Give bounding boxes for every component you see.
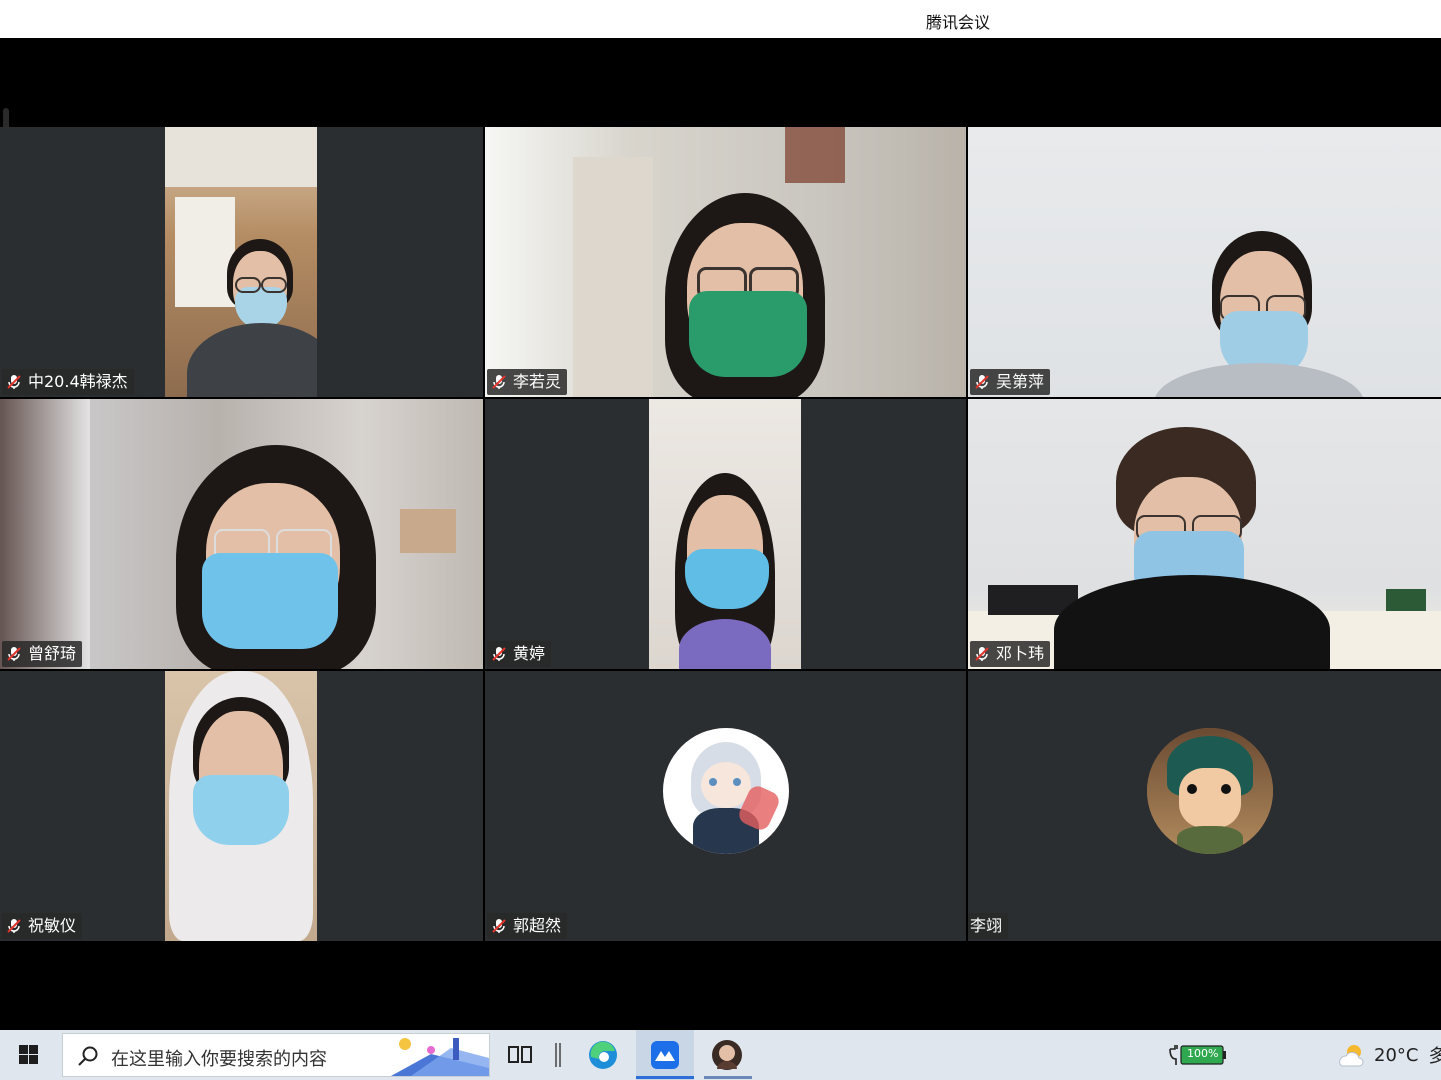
partly-sunny-icon (1339, 1045, 1364, 1067)
separator-icon (541, 1038, 575, 1072)
video-tile[interactable]: 郭超然 (485, 671, 966, 941)
video-feed (165, 127, 317, 397)
mic-muted-icon (7, 919, 21, 933)
participant-name-tag: 中20.4韩禄杰 (2, 369, 134, 395)
taskbar: 在这里输入你要搜索的内容 100% 20°C 多 (0, 1030, 1441, 1080)
open-app-indicator (704, 1076, 752, 1079)
battery-percentage: 100% (1187, 1047, 1219, 1060)
participant-avatar (663, 728, 789, 854)
participant-name: 黄婷 (513, 644, 546, 663)
mic-muted-icon (975, 647, 989, 661)
search-icon (78, 1046, 98, 1066)
mic-muted-icon (7, 647, 21, 661)
video-tile[interactable]: 李翊 (968, 671, 1441, 941)
video-tile[interactable]: 曾舒琦 (0, 399, 483, 669)
active-app-indicator (636, 1076, 694, 1079)
participant-name-tag: 郭超然 (487, 913, 568, 939)
task-view-icon[interactable] (503, 1038, 537, 1072)
participant-name-tag: 李若灵 (487, 369, 568, 395)
video-tile[interactable]: 李若灵 (485, 127, 966, 397)
participant-name: 李翊 (970, 916, 1003, 935)
participant-name: 祝敏仪 (28, 916, 77, 935)
video-feed (968, 399, 1441, 669)
video-feed (0, 399, 483, 669)
video-feed (968, 127, 1441, 397)
participant-name-tag: 李翊 (968, 913, 1009, 939)
participant-name-tag: 吴第萍 (970, 369, 1051, 395)
participant-name: 曾舒琦 (28, 644, 77, 663)
title-bar: 腾讯会议 (0, 0, 1441, 38)
mic-muted-icon (492, 375, 506, 389)
mic-muted-icon (492, 647, 506, 661)
temperature: 20°C (1374, 1044, 1419, 1066)
participant-name-tag: 祝敏仪 (2, 913, 83, 939)
weather-overflow-text: 多 (1428, 1046, 1441, 1067)
participant-name-tag: 邓卜玮 (970, 641, 1051, 667)
tencent-meeting-icon[interactable] (648, 1038, 682, 1072)
weather-widget[interactable]: 20°C 多 (1336, 1040, 1441, 1070)
user-photo-app-icon[interactable] (710, 1038, 744, 1072)
video-tile[interactable]: 中20.4韩禄杰 (0, 127, 483, 397)
video-feed (649, 399, 801, 669)
search-placeholder: 在这里输入你要搜索的内容 (111, 1049, 327, 1070)
video-feed (165, 671, 317, 941)
participant-avatar (1147, 728, 1273, 854)
taskbar-search-box[interactable]: 在这里输入你要搜索的内容 (62, 1033, 490, 1077)
participant-name: 邓卜玮 (996, 644, 1045, 663)
participant-name: 李若灵 (513, 372, 562, 391)
video-tile[interactable]: 邓卜玮 (968, 399, 1441, 669)
video-tile[interactable]: 吴第萍 (968, 127, 1441, 397)
participant-name-tag: 曾舒琦 (2, 641, 83, 667)
participant-name: 中20.4韩禄杰 (28, 372, 128, 391)
video-feed (485, 127, 966, 397)
participant-name: 吴第萍 (996, 372, 1045, 391)
participant-name: 郭超然 (513, 916, 562, 935)
search-highlight-illustration-icon (391, 1038, 489, 1076)
mic-muted-icon (975, 375, 989, 389)
edge-browser-icon[interactable] (586, 1038, 620, 1072)
video-tile[interactable]: 黄婷 (485, 399, 966, 669)
windows-start-icon[interactable] (8, 1040, 48, 1070)
mic-muted-icon (492, 919, 506, 933)
mic-muted-icon (7, 375, 21, 389)
window-title: 腾讯会议 (926, 13, 991, 32)
participant-name-tag: 黄婷 (487, 641, 552, 667)
video-tile[interactable]: 祝敏仪 (0, 671, 483, 941)
